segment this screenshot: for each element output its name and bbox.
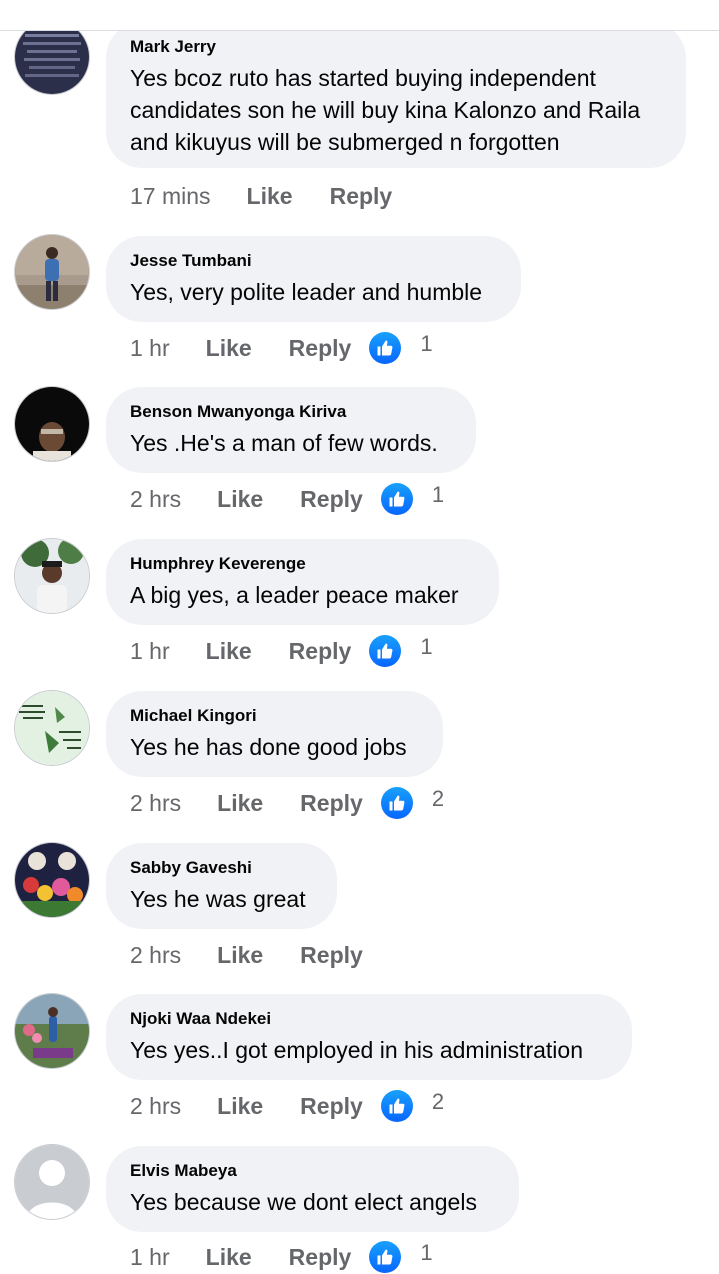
comment-actions: 1 hr Like Reply 1 xyxy=(130,634,433,668)
avatar-image xyxy=(15,843,89,917)
comment-text: Yes .He's a man of few words. xyxy=(130,430,438,456)
comment-author[interactable]: Jesse Tumbani xyxy=(130,250,497,272)
comment-text: Yes he has done good jobs xyxy=(130,734,407,760)
comment-text: Yes because we dont elect angels xyxy=(130,1189,477,1215)
comment-author[interactable]: Benson Mwanyonga Kiriva xyxy=(130,401,452,423)
reply-button[interactable]: Reply xyxy=(300,790,363,817)
comment-bubble[interactable]: Mark Jerry Yes bcoz ruto has started buy… xyxy=(106,22,686,168)
comment-time[interactable]: 2 hrs xyxy=(130,942,181,969)
comment-bubble[interactable]: Benson Mwanyonga Kiriva Yes .He's a man … xyxy=(106,387,476,473)
default-avatar-icon xyxy=(15,1145,89,1219)
reply-button[interactable]: Reply xyxy=(300,486,363,513)
avatar-image xyxy=(15,20,89,94)
reaction-count: 2 xyxy=(431,786,445,811)
comment-time[interactable]: 2 hrs xyxy=(130,790,181,817)
comment-actions: 1 hr Like Reply 1 xyxy=(130,331,433,365)
comment-text: Yes, very polite leader and humble xyxy=(130,279,483,305)
comment-actions: 2 hrs Like Reply xyxy=(130,938,381,972)
avatar[interactable] xyxy=(15,843,89,917)
reaction-count: 1 xyxy=(420,634,433,659)
reaction-count: 1 xyxy=(420,331,433,356)
comment-bubble[interactable]: Njoki Waa Ndekei Yes yes..I got employed… xyxy=(106,994,632,1080)
reply-button[interactable]: Reply xyxy=(289,1244,352,1271)
avatar[interactable] xyxy=(15,20,89,94)
like-button[interactable]: Like xyxy=(247,183,293,210)
comment-bubble[interactable]: Jesse Tumbani Yes, very polite leader an… xyxy=(106,236,521,322)
top-bar xyxy=(0,0,719,31)
reaction-summary[interactable]: 1 xyxy=(380,482,445,515)
reply-button[interactable]: Reply xyxy=(289,335,352,362)
like-button[interactable]: Like xyxy=(217,486,263,513)
avatar[interactable] xyxy=(15,539,89,613)
comment-text: Yes he was great xyxy=(130,886,306,912)
comment-time[interactable]: 1 hr xyxy=(130,638,170,665)
comment-author[interactable]: Mark Jerry xyxy=(130,36,662,58)
avatar[interactable] xyxy=(15,235,89,309)
comment-bubble[interactable]: Humphrey Keverenge A big yes, a leader p… xyxy=(106,539,499,625)
reaction-summary[interactable]: 2 xyxy=(380,1089,445,1122)
comment-author[interactable]: Elvis Mabeya xyxy=(130,1160,495,1182)
comment-actions: 2 hrs Like Reply 2 xyxy=(130,786,444,820)
reply-button[interactable]: Reply xyxy=(330,183,393,210)
comment-actions: 2 hrs Like Reply 2 xyxy=(130,1089,444,1123)
comment-actions: 2 hrs Like Reply 1 xyxy=(130,482,444,516)
reaction-summary[interactable]: 2 xyxy=(380,786,445,819)
comment-actions: 1 hr Like Reply 1 xyxy=(130,1240,433,1274)
avatar-image xyxy=(15,994,89,1068)
like-reaction-icon xyxy=(380,483,413,515)
reaction-summary[interactable]: 1 xyxy=(369,1240,433,1273)
avatar[interactable] xyxy=(15,691,89,765)
comment-author[interactable]: Njoki Waa Ndekei xyxy=(130,1008,608,1030)
reaction-count: 1 xyxy=(431,482,445,507)
comment-time[interactable]: 17 mins xyxy=(130,183,211,210)
like-reaction-icon xyxy=(369,332,402,364)
like-button[interactable]: Like xyxy=(206,638,252,665)
like-button[interactable]: Like xyxy=(217,790,263,817)
like-button[interactable]: Like xyxy=(206,1244,252,1271)
like-reaction-icon xyxy=(369,635,402,667)
avatar[interactable] xyxy=(15,1145,89,1219)
comment-author[interactable]: Michael Kingori xyxy=(130,705,419,727)
like-reaction-icon xyxy=(380,1090,413,1122)
like-button[interactable]: Like xyxy=(217,1093,263,1120)
reply-button[interactable]: Reply xyxy=(300,942,363,969)
like-button[interactable]: Like xyxy=(217,942,263,969)
like-reaction-icon xyxy=(369,1241,402,1273)
reaction-summary[interactable]: 1 xyxy=(369,634,433,667)
comment-time[interactable]: 2 hrs xyxy=(130,486,181,513)
avatar-image xyxy=(15,235,89,309)
comment-author[interactable]: Sabby Gaveshi xyxy=(130,857,313,879)
avatar-image xyxy=(15,387,89,461)
comment-text: Yes yes..I got employed in his administr… xyxy=(130,1037,584,1063)
like-reaction-icon xyxy=(380,787,413,819)
reaction-summary[interactable]: 1 xyxy=(369,331,433,364)
comments-feed: Mark Jerry Yes bcoz ruto has started buy… xyxy=(0,0,719,1273)
reply-button[interactable]: Reply xyxy=(300,1093,363,1120)
avatar[interactable] xyxy=(15,387,89,461)
avatar[interactable] xyxy=(15,994,89,1068)
comment-bubble[interactable]: Michael Kingori Yes he has done good job… xyxy=(106,691,443,777)
comment-bubble[interactable]: Elvis Mabeya Yes because we dont elect a… xyxy=(106,1146,519,1232)
comment-text: A big yes, a leader peace maker xyxy=(130,582,459,608)
reaction-count: 2 xyxy=(431,1089,445,1114)
comment-time[interactable]: 2 hrs xyxy=(130,1093,181,1120)
reaction-count: 1 xyxy=(420,1240,433,1265)
reply-button[interactable]: Reply xyxy=(289,638,352,665)
like-button[interactable]: Like xyxy=(206,335,252,362)
comment-text: Yes bcoz ruto has started buying indepen… xyxy=(130,65,641,155)
comment-time[interactable]: 1 hr xyxy=(130,1244,170,1271)
comment-bubble[interactable]: Sabby Gaveshi Yes he was great xyxy=(106,843,337,929)
avatar-image xyxy=(15,691,89,765)
comment-actions: 17 mins Like Reply xyxy=(130,179,410,213)
comment-time[interactable]: 1 hr xyxy=(130,335,170,362)
comment-author[interactable]: Humphrey Keverenge xyxy=(130,553,475,575)
avatar-image xyxy=(15,539,89,613)
